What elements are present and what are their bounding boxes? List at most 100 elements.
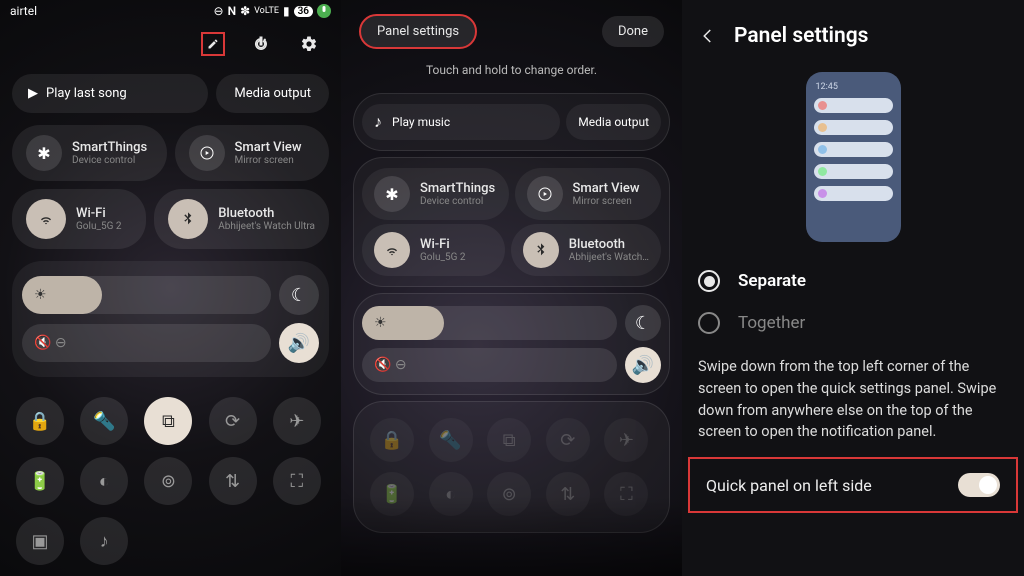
tile-rotate[interactable]: ⟳ — [209, 397, 257, 445]
tile-sound[interactable]: ♪ — [80, 517, 128, 565]
volume-slider[interactable]: 🔇 ⊖ — [22, 324, 271, 362]
dnd-icon: ⊖ — [214, 4, 224, 18]
tile-qr[interactable]: ⛶ — [273, 457, 321, 505]
bluetooth-tile[interactable]: Bluetooth Abhijeet's Watch Ultra — [154, 189, 329, 249]
nfc-icon: N — [228, 4, 237, 18]
mute-icon: 🔇 ⊖ — [34, 335, 67, 351]
edit-icon[interactable] — [201, 32, 225, 56]
done-button[interactable]: Done — [602, 16, 664, 47]
edit-tile-data[interactable]: ⇅ — [546, 472, 590, 516]
signal-icon: ▮ — [283, 4, 290, 18]
wifi-tile-edit[interactable]: Wi-Fi Golu_5G 2 — [362, 224, 505, 276]
music-note-icon: ♪ — [374, 112, 382, 132]
edit-tile-rotate[interactable]: ⟳ — [546, 418, 590, 462]
preview-row — [814, 98, 893, 113]
battery-badge: 36 — [294, 6, 313, 17]
sv-sub-edit: Mirror screen — [573, 196, 640, 207]
carrier-label: airtel — [10, 4, 37, 18]
smartthings-icon-edit: ✱ — [374, 176, 410, 212]
play-music-label: Play music — [392, 115, 450, 129]
panel-settings-button[interactable]: Panel settings — [359, 14, 477, 49]
media-output-tile-edit[interactable]: Media output — [566, 104, 661, 140]
edit-tile-eyecomfort[interactable]: ◐ — [429, 472, 473, 516]
dark-toggle-edit[interactable]: ☾ — [625, 305, 661, 341]
tile-battery[interactable]: 🔋 — [16, 457, 64, 505]
smartview-tile[interactable]: Smart View Mirror screen — [175, 125, 330, 181]
media-output-tile[interactable]: Media output — [216, 74, 329, 113]
tile-eyecomfort[interactable]: ◐ — [80, 457, 128, 505]
option-separate[interactable]: Separate — [682, 260, 1024, 302]
wifi-icon — [26, 199, 66, 239]
edit-tile-lock[interactable]: 🔒 — [370, 418, 414, 462]
tile-hotspot[interactable]: ⊚ — [144, 457, 192, 505]
brightness-icon: ☀ — [34, 287, 47, 303]
smartview-icon-edit — [527, 176, 563, 212]
smartview-tile-edit[interactable]: Smart View Mirror screen — [515, 168, 662, 220]
panel-settings-screen: Panel settings 12:45 Separate Together S… — [682, 0, 1024, 576]
tile-data[interactable]: ⇅ — [209, 457, 257, 505]
status-bar: airtel ⊖ N ✽ VoLTE ▮ 36 — [0, 0, 341, 22]
edit-tile-airplane[interactable]: ✈ — [604, 418, 648, 462]
panel-settings-label: Panel settings — [377, 24, 459, 39]
st-title-edit: SmartThings — [420, 181, 495, 196]
brightness-slider-edit[interactable]: ☀ — [362, 306, 617, 340]
smartview-sub: Mirror screen — [235, 155, 302, 166]
smartthings-title: SmartThings — [72, 140, 147, 155]
volte-icon: VoLTE — [254, 6, 279, 16]
preview-row — [814, 164, 893, 179]
brightness-slider[interactable]: ☀ — [22, 276, 271, 314]
wifi-title-edit: Wi-Fi — [420, 237, 466, 252]
smartthings-tile[interactable]: ✱ SmartThings Device control — [12, 125, 167, 181]
quick-settings-toolbar — [0, 22, 341, 66]
dark-mode-toggle[interactable]: ☾ — [279, 275, 319, 315]
grid-group-edit: 🔒 🔦 ⧉ ⟳ ✈ 🔋 ◐ ⊚ ⇅ ⛶ — [353, 401, 670, 533]
edit-tile-flashlight[interactable]: 🔦 — [429, 418, 473, 462]
reorder-hint: Touch and hold to change order. — [341, 57, 682, 87]
sound-toggle[interactable]: 🔊 — [279, 323, 319, 363]
option-together[interactable]: Together — [682, 302, 1024, 344]
volume-slider-edit[interactable]: 🔇 ⊖ — [362, 348, 617, 382]
wifi-sub-edit: Golu_5G 2 — [420, 252, 466, 263]
play-last-label: Play last song — [46, 86, 127, 101]
edit-tile-qr[interactable]: ⛶ — [604, 472, 648, 516]
edit-tile-battery[interactable]: 🔋 — [370, 472, 414, 516]
power-icon[interactable] — [249, 32, 273, 56]
quick-panel-left-toggle[interactable] — [958, 473, 1000, 497]
settings-icon[interactable] — [297, 32, 321, 56]
bluetooth-sub: Abhijeet's Watch Ultra — [218, 221, 315, 232]
play-music-tile[interactable]: ♪ Play music — [362, 104, 560, 140]
play-last-song-tile[interactable]: ▶ Play last song — [12, 74, 208, 113]
bluetooth-icon — [168, 199, 208, 239]
bluetooth-tile-edit[interactable]: Bluetooth Abhijeet's Watch… — [511, 224, 661, 276]
tile-cast[interactable]: ▣ — [16, 517, 64, 565]
panel-preview: 12:45 — [806, 72, 901, 242]
smartview-title: Smart View — [235, 140, 302, 155]
preview-time: 12:45 — [814, 82, 893, 92]
bluetooth-icon-edit — [523, 232, 559, 268]
done-label: Done — [618, 24, 648, 39]
sound-toggle-edit[interactable]: 🔊 — [625, 347, 661, 383]
media-output-label: Media output — [234, 86, 311, 101]
wifi-icon-edit — [374, 232, 410, 268]
tile-multiwindow[interactable]: ⧉ — [144, 397, 192, 445]
tile-flashlight[interactable]: 🔦 — [80, 397, 128, 445]
back-icon[interactable] — [696, 24, 720, 48]
bluetooth-status-icon: ✽ — [240, 4, 250, 18]
tile-airplane[interactable]: ✈ — [273, 397, 321, 445]
wifi-tile[interactable]: Wi-Fi Golu_5G 2 — [12, 189, 146, 249]
speaker-icon-edit: 🔊 — [632, 355, 654, 376]
edit-tile-hotspot[interactable]: ⊚ — [487, 472, 531, 516]
bluetooth-title: Bluetooth — [218, 206, 315, 221]
smartthings-sub: Device control — [72, 155, 147, 166]
separate-label: Separate — [738, 271, 806, 291]
quick-tiles-grid: 🔒 🔦 ⧉ ⟳ ✈ 🔋 ◐ ⊚ ⇅ ⛶ ▣ ♪ — [0, 385, 341, 576]
smartthings-tile-edit[interactable]: ✱ SmartThings Device control — [362, 168, 509, 220]
edit-tile-multiwindow[interactable]: ⧉ — [487, 418, 531, 462]
quick-panel-left-toggle-row[interactable]: Quick panel on left side — [688, 457, 1018, 513]
preview-row — [814, 142, 893, 157]
moon-icon-edit: ☾ — [635, 313, 651, 334]
mute-icon-edit: 🔇 ⊖ — [374, 357, 407, 373]
option-description: Swipe down from the top left corner of t… — [682, 344, 1024, 455]
tile-lock[interactable]: 🔒 — [16, 397, 64, 445]
media-output-label-edit: Media output — [578, 115, 649, 129]
